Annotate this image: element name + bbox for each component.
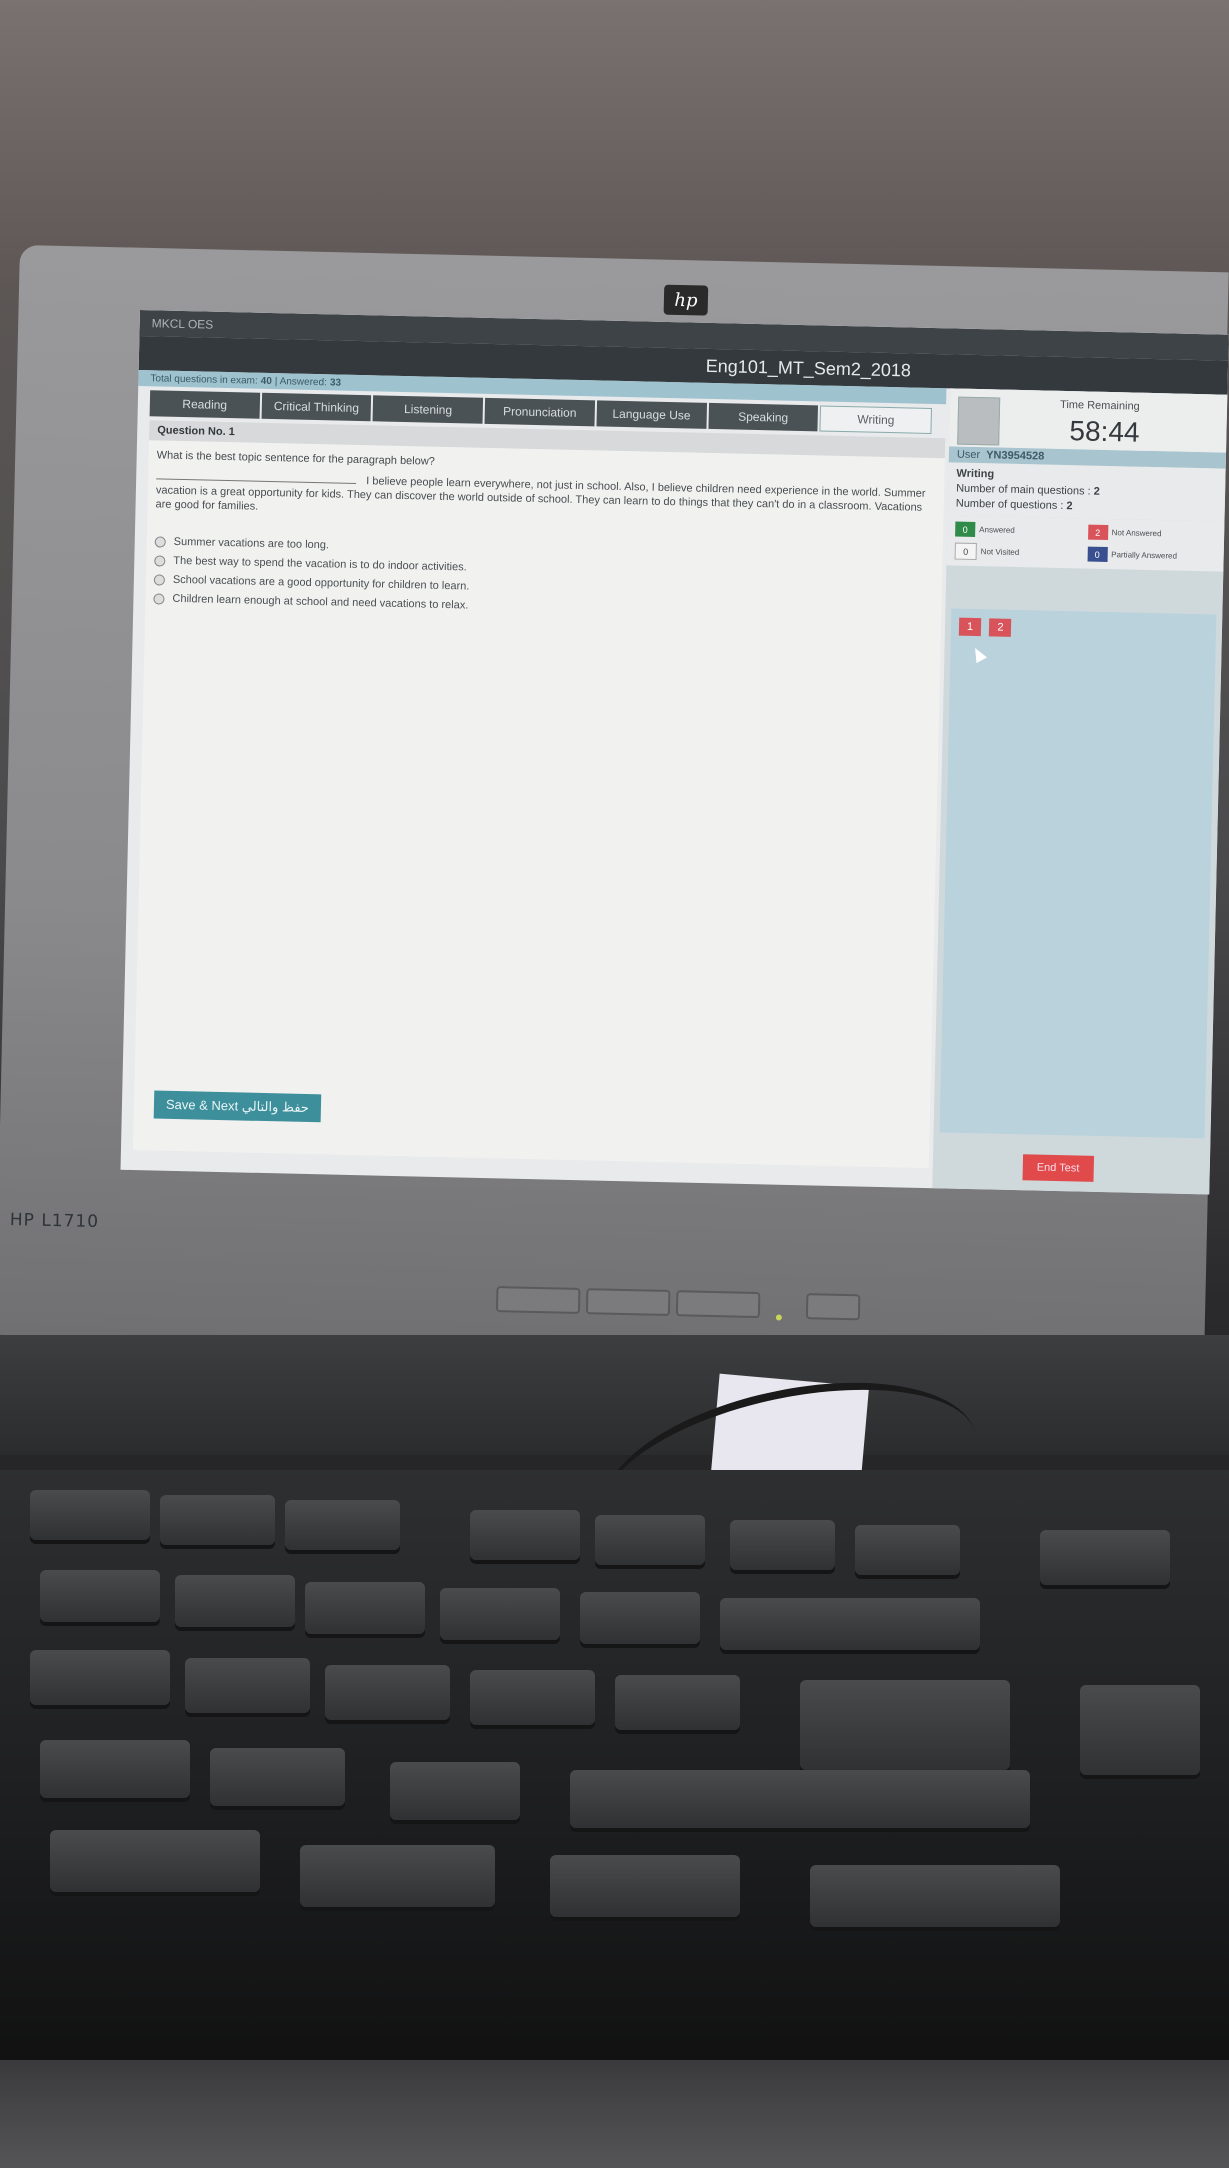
background-wall xyxy=(0,0,1229,290)
keyboard-key[interactable] xyxy=(1080,1685,1200,1775)
keyboard-key[interactable] xyxy=(305,1582,425,1634)
user-label: User xyxy=(956,448,981,462)
keyboard-key[interactable] xyxy=(285,1500,400,1550)
legend-partially-answered-count: 0 xyxy=(1087,546,1108,563)
keyboard-key[interactable] xyxy=(50,1830,260,1892)
keyboard-key[interactable] xyxy=(175,1575,295,1627)
keyboard-key[interactable] xyxy=(325,1665,450,1720)
legend-answered-count: 0 xyxy=(955,521,976,538)
keyboard-key[interactable] xyxy=(40,1570,160,1622)
keyboard xyxy=(0,1470,1229,2070)
keyboard-key[interactable] xyxy=(1040,1530,1170,1585)
keyboard-key[interactable] xyxy=(160,1495,275,1545)
monitor-plus-button[interactable] xyxy=(675,1290,761,1319)
question-palette: 1 2 xyxy=(939,608,1217,1139)
legend-partially-answered: 0 Partially Answered xyxy=(1087,546,1216,566)
tab-reading[interactable]: Reading xyxy=(149,390,260,419)
tab-pronunciation[interactable]: Pronunciation xyxy=(484,397,595,427)
questions-value: 2 xyxy=(1066,500,1073,513)
avatar xyxy=(957,396,1001,446)
keyboard-key[interactable] xyxy=(390,1762,520,1820)
questions-label: Number of questions : xyxy=(955,497,1064,512)
option-1-radio[interactable] xyxy=(154,535,166,548)
tab-speaking[interactable]: Speaking xyxy=(708,402,819,432)
answer-blank xyxy=(156,478,357,484)
user-id: YN3954528 xyxy=(986,449,1045,463)
exam-screen: MKCL OES Eng101_MT_Sem2_2018 Total quest… xyxy=(120,310,1229,1195)
keyboard-key[interactable] xyxy=(550,1855,740,1917)
tab-writing[interactable]: Writing xyxy=(819,405,933,434)
option-4-text: Children learn enough at school and need… xyxy=(172,592,469,612)
end-test-button[interactable]: End Test xyxy=(1022,1154,1094,1182)
legend-answered: 0 Answered xyxy=(955,521,1084,540)
keyboard-key[interactable] xyxy=(570,1770,1030,1828)
user-timer-box: Time Remaining 58:44 xyxy=(949,388,1228,453)
keyboard-key[interactable] xyxy=(720,1598,980,1650)
total-questions-label: Total questions in exam: xyxy=(150,372,258,387)
keyboard-key[interactable] xyxy=(185,1658,310,1713)
status-legend: 0 Answered 2 Not Answered 0 Not Visited … xyxy=(946,515,1225,572)
power-led xyxy=(775,1314,782,1321)
legend-partially-answered-label: Partially Answered xyxy=(1111,550,1178,561)
hp-logo: hp xyxy=(663,284,709,316)
option-2-radio[interactable] xyxy=(154,554,166,567)
keyboard-key[interactable] xyxy=(470,1670,595,1725)
section-stats: Writing Number of main questions : 2 Num… xyxy=(947,462,1226,522)
exam-title: Eng101_MT_Sem2_2018 xyxy=(705,355,912,381)
monitor-power-button[interactable] xyxy=(805,1293,861,1321)
keyboard-key[interactable] xyxy=(300,1845,495,1907)
question-content: Question No. 1 What is the best topic se… xyxy=(132,420,946,1169)
time-remaining-value: 58:44 xyxy=(1069,415,1140,448)
desk-edge xyxy=(0,2060,1229,2168)
keyboard-key[interactable] xyxy=(595,1515,705,1565)
answered-label: | Answered: xyxy=(274,375,328,388)
keyboard-key[interactable] xyxy=(800,1680,1010,1770)
keyboard-key[interactable] xyxy=(470,1510,580,1560)
main-questions-value: 2 xyxy=(1093,485,1100,498)
monitor-stand xyxy=(0,1335,1229,1455)
monitor-model-label: HP L1710 xyxy=(9,1210,100,1233)
legend-not-visited-count: 0 xyxy=(954,542,977,561)
mouse-cursor-icon xyxy=(969,645,988,664)
tab-listening[interactable]: Listening xyxy=(372,395,484,424)
keyboard-key[interactable] xyxy=(855,1525,960,1575)
keyboard-key[interactable] xyxy=(30,1490,150,1540)
option-4-radio[interactable] xyxy=(153,592,165,605)
question-button-2[interactable]: 2 xyxy=(989,618,1012,637)
keyboard-key[interactable] xyxy=(580,1592,700,1644)
app-top-label: MKCL OES xyxy=(151,316,214,332)
keyboard-key[interactable] xyxy=(730,1520,835,1570)
keyboard-key[interactable] xyxy=(210,1748,345,1806)
monitor-minus-button[interactable] xyxy=(585,1288,671,1317)
option-2-text: The best way to spend the vacation is to… xyxy=(173,554,467,574)
legend-not-answered: 2 Not Answered xyxy=(1087,524,1217,543)
keyboard-key[interactable] xyxy=(810,1865,1060,1927)
keyboard-key[interactable] xyxy=(615,1675,740,1730)
question-button-1[interactable]: 1 xyxy=(958,617,982,637)
answered-value: 33 xyxy=(329,376,342,389)
option-3-text: School vacations are a good opportunity … xyxy=(172,573,470,593)
legend-answered-label: Answered xyxy=(979,525,1015,535)
keyboard-key[interactable] xyxy=(40,1740,190,1798)
legend-not-visited: 0 Not Visited xyxy=(954,542,1084,563)
tab-language-use[interactable]: Language Use xyxy=(596,400,707,429)
save-next-button[interactable]: Save & Next حفظ والتالي xyxy=(153,1090,322,1123)
legend-not-visited-label: Not Visited xyxy=(980,547,1020,558)
status-sidebar: Time Remaining 58:44 User YN3954528 Writ… xyxy=(932,388,1228,1195)
total-questions-value: 40 xyxy=(260,375,272,387)
time-remaining-label: Time Remaining xyxy=(1059,398,1140,413)
main-questions-label: Number of main questions : xyxy=(956,482,1091,498)
legend-not-answered-label: Not Answered xyxy=(1111,528,1162,539)
legend-not-answered-count: 2 xyxy=(1087,524,1108,541)
option-3-radio[interactable] xyxy=(153,573,166,586)
keyboard-key[interactable] xyxy=(440,1588,560,1640)
monitor-input-button[interactable] xyxy=(495,1286,581,1314)
option-1-text: Summer vacations are too long. xyxy=(173,535,330,552)
question-panel: Total questions in exam: 40 | Answered: … xyxy=(120,369,947,1188)
tab-critical-thinking[interactable]: Critical Thinking xyxy=(261,392,372,422)
answer-options: Summer vacations are too long. The best … xyxy=(145,517,943,622)
keyboard-key[interactable] xyxy=(30,1650,170,1705)
